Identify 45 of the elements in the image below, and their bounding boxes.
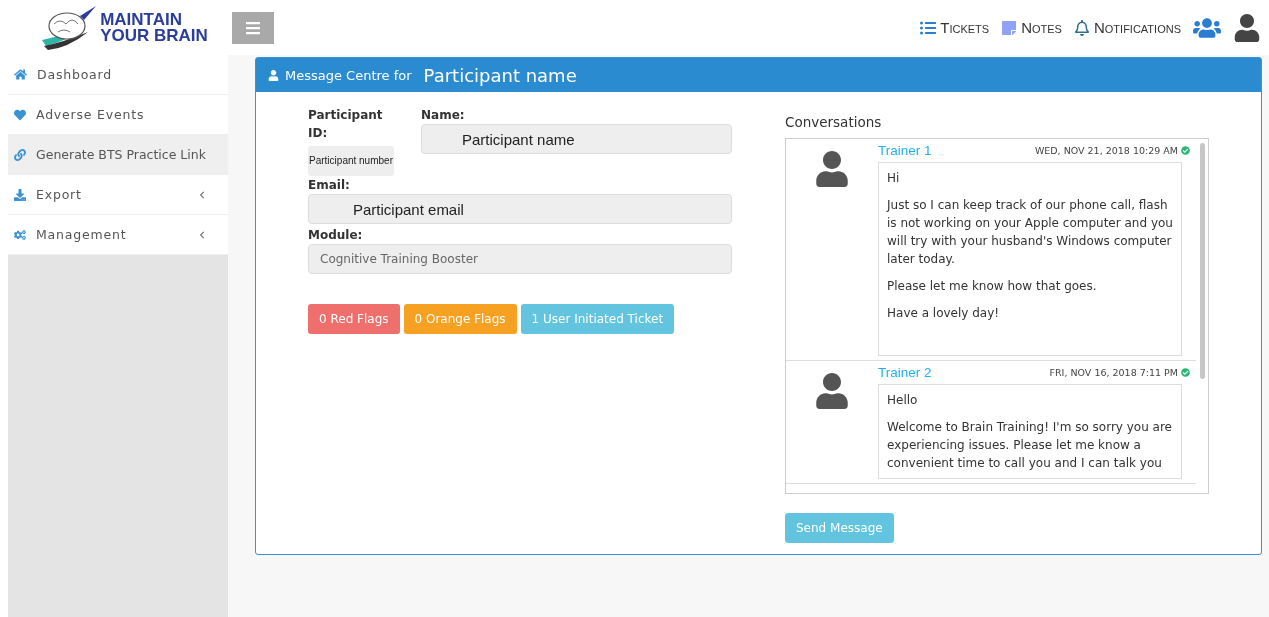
check-icon <box>1181 368 1190 377</box>
field-label: Participant ID: <box>308 107 384 142</box>
message-text: Have a lovely day! <box>887 305 1001 322</box>
heart-icon <box>14 108 26 121</box>
email-field[interactable]: Participant email <box>308 194 732 224</box>
panel-title: Message Centre for <box>285 67 412 83</box>
brand-name: MAINTAIN <box>100 11 183 28</box>
scrollbar-thumb[interactable] <box>1199 143 1205 379</box>
name-field[interactable]: Participant name <box>421 124 732 154</box>
home-icon <box>14 68 27 81</box>
message-text: Please let me know how that goes. <box>887 278 1098 295</box>
message-text: Hi <box>887 170 901 187</box>
module-field[interactable]: Cognitive Training Booster <box>308 244 732 274</box>
nav-link[interactable]: Notes <box>1001 19 1062 36</box>
brand-name: YOUR BRAIN <box>100 27 208 44</box>
link-icon <box>14 148 26 161</box>
download-icon <box>14 188 26 201</box>
message-text: Welcome to Brain Training! I'm so sorry you are experiencing issues. Please let me know a convenient time to call you and I can talk you <box>887 419 1173 472</box>
brain-logo-icon <box>40 5 99 50</box>
message-time: WED, NOV 21, 2018 10:29 AM <box>1034 145 1190 156</box>
sidebar-item[interactable]: Generate BTS Practice Link <box>8 135 228 175</box>
id-field[interactable]: Participant number <box>308 146 394 176</box>
menu-icon <box>245 19 261 36</box>
nav-link[interactable]: Tickets <box>920 19 990 36</box>
message-time: FRI, NOV 16, 2018 7:11 PM <box>1049 367 1190 378</box>
avatar-icon <box>814 151 850 187</box>
user-avatar-icon[interactable] <box>1233 13 1261 42</box>
message-text: Hello <box>887 392 919 409</box>
user-icon <box>268 69 279 81</box>
avatar-icon <box>814 373 850 409</box>
message-text: Just so I can keep track of our phone call, flash is not working on your Apple computer and you will try with your husband's Windows computer later today. <box>887 197 1173 268</box>
note-icon <box>1001 19 1018 36</box>
conversations-heading: Conversations <box>785 114 883 130</box>
check-icon <box>1181 146 1190 155</box>
gears-icon <box>14 228 26 241</box>
menu-button[interactable] <box>232 11 274 44</box>
participant-name: Participant name <box>423 64 577 86</box>
message-author: Trainer 1 <box>878 143 932 158</box>
nav-link[interactable]: Notifications <box>1073 19 1181 36</box>
bell-icon <box>1073 19 1090 36</box>
list-icon <box>920 19 937 36</box>
message-author: Trainer 2 <box>878 365 932 380</box>
field-label: Name: <box>421 107 466 124</box>
field-label: Email: <box>308 177 351 194</box>
field-label: Module: <box>308 227 364 244</box>
